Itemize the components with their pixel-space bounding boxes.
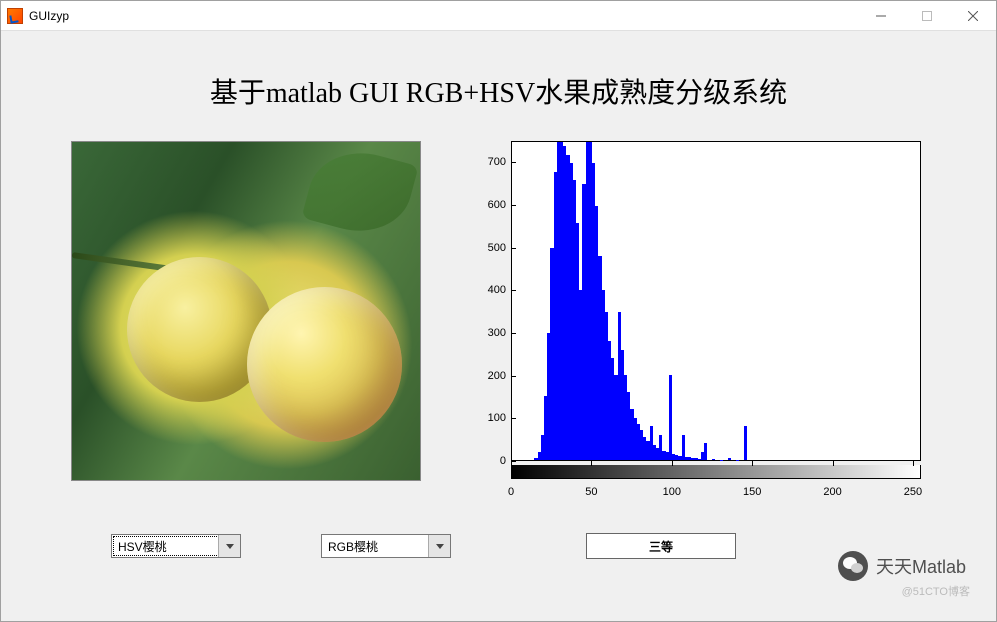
hist-bar bbox=[744, 426, 747, 460]
maximize-button[interactable] bbox=[904, 1, 950, 31]
hsv-combo[interactable]: HSV樱桃 bbox=[111, 534, 241, 558]
result-text: 三等 bbox=[649, 538, 673, 555]
y-tick bbox=[511, 333, 516, 334]
x-tick bbox=[913, 461, 914, 466]
watermark-sub: @51CTO博客 bbox=[902, 583, 970, 599]
hsv-combo-value: HSV樱桃 bbox=[118, 538, 167, 555]
y-tick bbox=[511, 418, 516, 419]
y-tick bbox=[511, 205, 516, 206]
y-tick-label: 500 bbox=[466, 242, 506, 254]
y-tick-label: 400 bbox=[466, 284, 506, 296]
fruit-image bbox=[72, 142, 420, 480]
x-tick bbox=[752, 461, 753, 466]
y-tick-label: 0 bbox=[466, 455, 506, 467]
watermark-text: 天天Matlab bbox=[876, 553, 966, 579]
chart-plot-area bbox=[511, 141, 921, 461]
watermark: 天天Matlab bbox=[838, 551, 966, 581]
y-tick-label: 700 bbox=[466, 156, 506, 168]
hist-bar bbox=[728, 458, 731, 460]
minimize-button[interactable] bbox=[858, 1, 904, 31]
hist-bar bbox=[712, 459, 715, 460]
hist-bar bbox=[704, 443, 707, 460]
x-tick bbox=[833, 461, 834, 466]
y-tick bbox=[511, 162, 516, 163]
x-tick bbox=[672, 461, 673, 466]
page-title: 基于matlab GUI RGB+HSV水果成熟度分级系统 bbox=[31, 71, 966, 111]
x-tick-label: 0 bbox=[508, 486, 514, 498]
titlebar: GUIzyp bbox=[1, 1, 996, 31]
rgb-combo-value: RGB樱桃 bbox=[328, 538, 378, 555]
hist-bar bbox=[669, 375, 672, 460]
y-tick bbox=[511, 376, 516, 377]
x-tick-label: 200 bbox=[823, 486, 841, 498]
y-tick-label: 300 bbox=[466, 327, 506, 339]
y-tick bbox=[511, 248, 516, 249]
content-area: 基于matlab GUI RGB+HSV水果成熟度分级系统 0 100 200 300… bbox=[1, 31, 996, 621]
grayscale-colorbar bbox=[511, 465, 921, 479]
x-tick-label: 50 bbox=[585, 486, 597, 498]
main-row: 0 100 200 300 400 500 600 700 0 50 100 150 200 250 bbox=[31, 141, 966, 521]
y-tick-label: 200 bbox=[466, 370, 506, 382]
x-tick-label: 100 bbox=[663, 486, 681, 498]
x-tick bbox=[511, 461, 512, 466]
x-tick bbox=[591, 461, 592, 466]
image-axes bbox=[71, 141, 421, 481]
histogram-axes: 0 100 200 300 400 500 600 700 0 50 100 150 200 250 bbox=[461, 141, 926, 521]
wechat-icon bbox=[838, 551, 868, 581]
matlab-icon bbox=[7, 8, 23, 24]
rgb-combo[interactable]: RGB樱桃 bbox=[321, 534, 451, 558]
window-title: GUIzyp bbox=[29, 9, 69, 23]
chevron-down-icon bbox=[428, 535, 450, 557]
y-tick-label: 600 bbox=[466, 199, 506, 211]
close-button[interactable] bbox=[950, 1, 996, 31]
y-tick bbox=[511, 290, 516, 291]
result-display: 三等 bbox=[586, 533, 736, 559]
app-window: GUIzyp 基于matlab GUI RGB+HSV水果成熟度分级系统 bbox=[0, 0, 997, 622]
x-tick-label: 150 bbox=[743, 486, 761, 498]
chevron-down-icon bbox=[218, 535, 240, 557]
y-tick-label: 100 bbox=[466, 412, 506, 424]
controls-row: HSV樱桃 RGB樱桃 三等 bbox=[31, 521, 966, 559]
x-tick-label: 250 bbox=[904, 486, 922, 498]
